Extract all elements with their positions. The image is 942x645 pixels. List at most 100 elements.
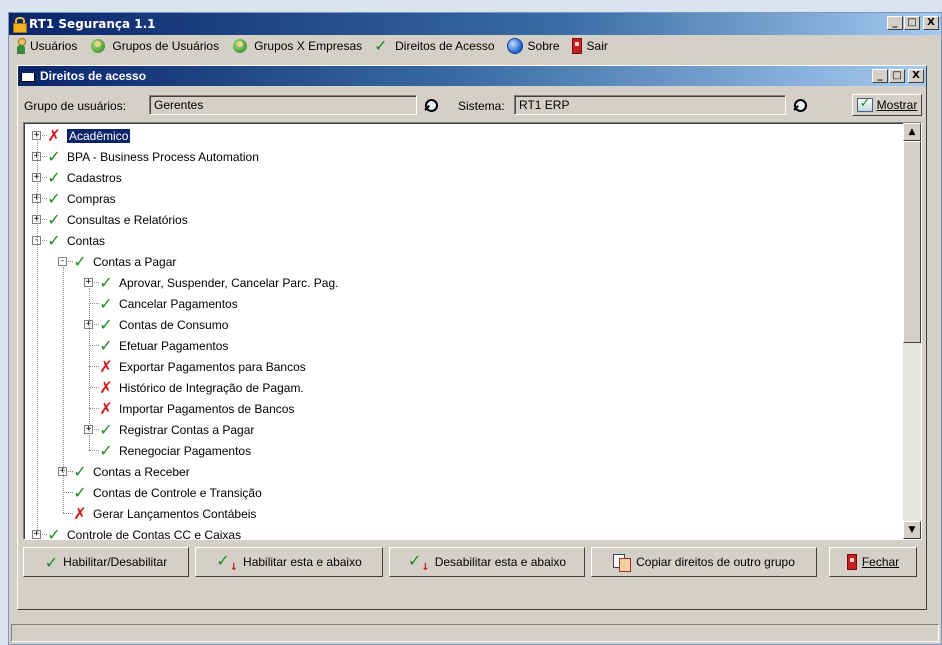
sistema-field[interactable]: RT1 ERP <box>514 95 786 115</box>
dialog-maximize-button[interactable]: □ <box>889 69 905 83</box>
x-icon[interactable]: ✗ <box>45 127 63 144</box>
tree-item-label: Controle de Contas CC e Caixas <box>67 527 242 540</box>
menu-grupos-empresas[interactable]: Grupos X Empresas <box>227 36 370 56</box>
tree-item-label: Histórico de Integração de Pagam. <box>119 380 304 395</box>
tree-item[interactable]: ✓ Cadastros <box>45 167 121 188</box>
x-icon[interactable]: ✗ <box>97 379 115 396</box>
user-icon <box>17 38 26 54</box>
tree-item[interactable]: ✗ Importar Pagamentos de Bancos <box>97 398 294 419</box>
rights-tree[interactable]: + ✗ Acadêmico + ✓ BPA - Business Process Auto… <box>23 122 922 540</box>
tree-item[interactable]: ✗ Gerar Lançamentos Contábeis <box>71 503 256 524</box>
check-down-icon: ✓↓ <box>216 550 239 574</box>
menu-grupos-usuarios[interactable]: Grupos de Usuários <box>85 36 227 56</box>
desabilitar-abaixo-button[interactable]: ✓↓ Desabilitar esta e abaixo <box>389 547 585 577</box>
app-minimize-button[interactable]: _ <box>887 16 903 30</box>
tree-item-label: Contas de Consumo <box>119 317 229 332</box>
app-caption-buttons: _ □ X <box>887 16 939 30</box>
check-icon[interactable]: ✓ <box>45 526 63 539</box>
tree-item[interactable]: ✓ BPA - Business Process Automation <box>45 146 259 167</box>
menu-bar: Usuários Grupos de Usuários Grupos X Emp… <box>9 35 941 57</box>
menu-grupos-empresas-label: Grupos X Empresas <box>254 39 363 53</box>
scroll-up-button[interactable]: ▲ <box>903 123 921 141</box>
tree-item-label: Gerar Lançamentos Contábeis <box>93 506 257 521</box>
tree-item[interactable]: ✓ Efetuar Pagamentos <box>97 335 228 356</box>
check-icon[interactable]: ✓ <box>45 232 63 249</box>
tree-item[interactable]: ✓ Compras <box>45 188 115 209</box>
tree-scrollbar[interactable]: ▲ ▼ <box>903 123 921 539</box>
tree-item[interactable]: ✓ Contas <box>45 230 105 251</box>
tree-item-label: BPA - Business Process Automation <box>67 149 259 164</box>
sistema-search-button[interactable] <box>789 95 811 115</box>
tree-item-label: Contas a Pagar <box>93 254 177 269</box>
copiar-direitos-button[interactable]: Copiar direitos de outro grupo <box>591 547 817 577</box>
x-icon[interactable]: ✗ <box>97 400 115 417</box>
grupo-search-button[interactable] <box>420 95 442 115</box>
lock-icon <box>13 17 27 33</box>
check-icon[interactable]: ✓ <box>97 337 115 354</box>
menu-usuarios-label: Usuários <box>30 39 78 53</box>
scroll-thumb[interactable] <box>903 141 921 343</box>
tree-guide-line <box>89 288 90 450</box>
tree-item-label: Renegociar Pagamentos <box>119 443 252 458</box>
check-icon[interactable]: ✓ <box>71 253 89 270</box>
check-icon[interactable]: ✓ <box>71 484 89 501</box>
menu-direitos-acesso-label: Direitos de Acesso <box>395 39 495 53</box>
tree-content: + ✗ Acadêmico + ✓ BPA - Business Process Auto… <box>24 125 903 539</box>
app-title: RT1 Segurança 1.1 <box>29 17 156 31</box>
tree-item-label: Importar Pagamentos de Bancos <box>119 401 295 416</box>
check-icon[interactable]: ✓ <box>71 463 89 480</box>
filter-row: Grupo de usuários: Gerentes Sistema: RT1… <box>18 92 926 118</box>
tree-item[interactable]: ✓ Contas a Pagar <box>71 251 176 272</box>
scroll-down-button[interactable]: ▼ <box>903 521 921 539</box>
check-icon[interactable]: ✓ <box>45 190 63 207</box>
menu-sair[interactable]: Sair <box>568 36 616 56</box>
app-maximize-button[interactable]: □ <box>904 16 920 30</box>
tree-item[interactable]: ✗ Histórico de Integração de Pagam. <box>97 377 304 398</box>
tree-item[interactable]: ✓ Aprovar, Suspender, Cancelar Parc. Pag. <box>97 272 338 293</box>
tree-item[interactable]: ✓ Registrar Contas a Pagar <box>97 419 254 440</box>
tree-item[interactable]: ✗ Exportar Pagamentos para Bancos <box>97 356 306 377</box>
check-icon[interactable]: ✓ <box>97 442 115 459</box>
tree-item-label: Contas de Controle e Transição <box>93 485 262 500</box>
tree-item[interactable]: ✓ Consultas e Relatórios <box>45 209 187 230</box>
check-icon: ✓ <box>374 36 388 55</box>
menu-direitos-acesso[interactable]: ✓ Direitos de Acesso <box>370 36 502 56</box>
check-icon[interactable]: ✓ <box>97 295 115 312</box>
check-icon[interactable]: ✓ <box>45 211 63 228</box>
menu-sobre[interactable]: Sobre <box>503 36 568 56</box>
tree-item[interactable]: ✓ Contas de Consumo <box>97 314 228 335</box>
menu-sair-label: Sair <box>586 39 608 53</box>
habilitar-abaixo-label: Habilitar esta e abaixo <box>243 555 362 569</box>
collapse-icon[interactable]: - <box>58 257 67 266</box>
tree-item[interactable]: ✓ Controle de Contas CC e Caixas <box>45 524 241 539</box>
menu-usuarios[interactable]: Usuários <box>13 36 85 56</box>
tree-item[interactable]: ✓ Cancelar Pagamentos <box>97 293 237 314</box>
dialog-title-bar[interactable]: Direitos de acesso _ □ X <box>18 66 926 86</box>
x-icon[interactable]: ✗ <box>71 505 89 522</box>
fechar-button[interactable]: Fechar <box>829 547 917 577</box>
app-title-bar[interactable]: RT1 Segurança 1.1 _ □ X <box>9 13 941 35</box>
check-icon[interactable]: ✓ <box>97 421 115 438</box>
check-icon[interactable]: ✓ <box>45 169 63 186</box>
tree-item-label: Exportar Pagamentos para Bancos <box>119 359 306 374</box>
habilitar-desabilitar-button[interactable]: ✓ Habilitar/Desabilitar <box>23 547 189 577</box>
app-close-button[interactable]: X <box>923 16 939 30</box>
direitos-dialog: Direitos de acesso _ □ X Grupo de usuári… <box>17 65 927 610</box>
expand-icon[interactable]: + <box>84 278 93 287</box>
grupo-field[interactable]: Gerentes <box>149 95 417 115</box>
check-icon[interactable]: ✓ <box>45 148 63 165</box>
habilitar-abaixo-button[interactable]: ✓↓ Habilitar esta e abaixo <box>195 547 383 577</box>
dialog-minimize-button[interactable]: _ <box>872 69 888 83</box>
check-icon[interactable]: ✓ <box>97 274 115 291</box>
dialog-close-button[interactable]: X <box>908 69 924 83</box>
mostrar-button[interactable]: Mostrar <box>852 94 922 116</box>
x-icon[interactable]: ✗ <box>97 358 115 375</box>
tree-item[interactable]: ✓ Renegociar Pagamentos <box>97 440 251 461</box>
tree-item[interactable]: ✓ Contas a Receber <box>71 461 189 482</box>
action-buttons: ✓ Habilitar/Desabilitar ✓↓ Habilitar est… <box>23 547 921 579</box>
tree-item[interactable]: ✓ Contas de Controle e Transição <box>71 482 262 503</box>
globe-icon <box>506 38 523 54</box>
tree-item[interactable]: ✗ Acadêmico <box>45 125 132 146</box>
check-down-icon: ✓↓ <box>407 550 430 574</box>
check-icon[interactable]: ✓ <box>97 316 115 333</box>
